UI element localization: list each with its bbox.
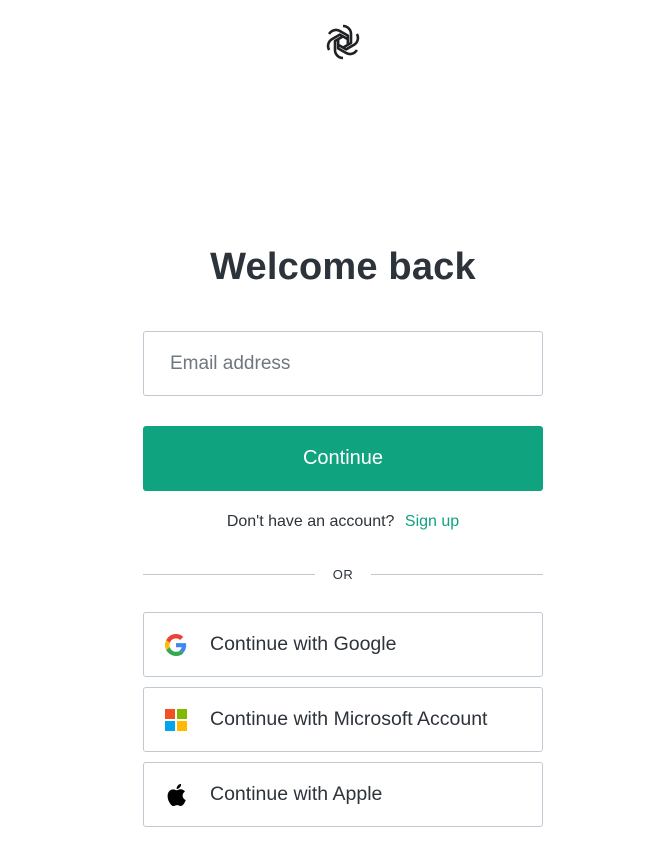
google-icon [164, 633, 188, 657]
apple-button-label: Continue with Apple [210, 783, 383, 805]
continue-button[interactable]: Continue [143, 426, 543, 491]
divider-label: OR [332, 566, 354, 582]
email-field[interactable] [143, 331, 543, 396]
continue-with-google-button[interactable]: Continue with Google [143, 612, 543, 677]
signup-row: Don't have an account? Sign up [0, 513, 657, 531]
signup-prompt: Don't have an account? [226, 513, 395, 530]
or-divider: OR [143, 564, 543, 584]
microsoft-icon [164, 708, 188, 732]
signup-link[interactable]: Sign up [405, 513, 459, 530]
apple-icon [164, 783, 188, 807]
continue-with-apple-button[interactable]: Continue with Apple [143, 762, 543, 827]
microsoft-button-label: Continue with Microsoft Account [210, 708, 488, 730]
continue-with-microsoft-button[interactable]: Continue with Microsoft Account [143, 687, 543, 752]
divider-line-right [371, 573, 543, 575]
divider-line-left [143, 573, 315, 575]
page-title: Welcome back [210, 246, 476, 288]
openai-logo-icon [323, 22, 363, 62]
google-button-label: Continue with Google [210, 633, 397, 655]
